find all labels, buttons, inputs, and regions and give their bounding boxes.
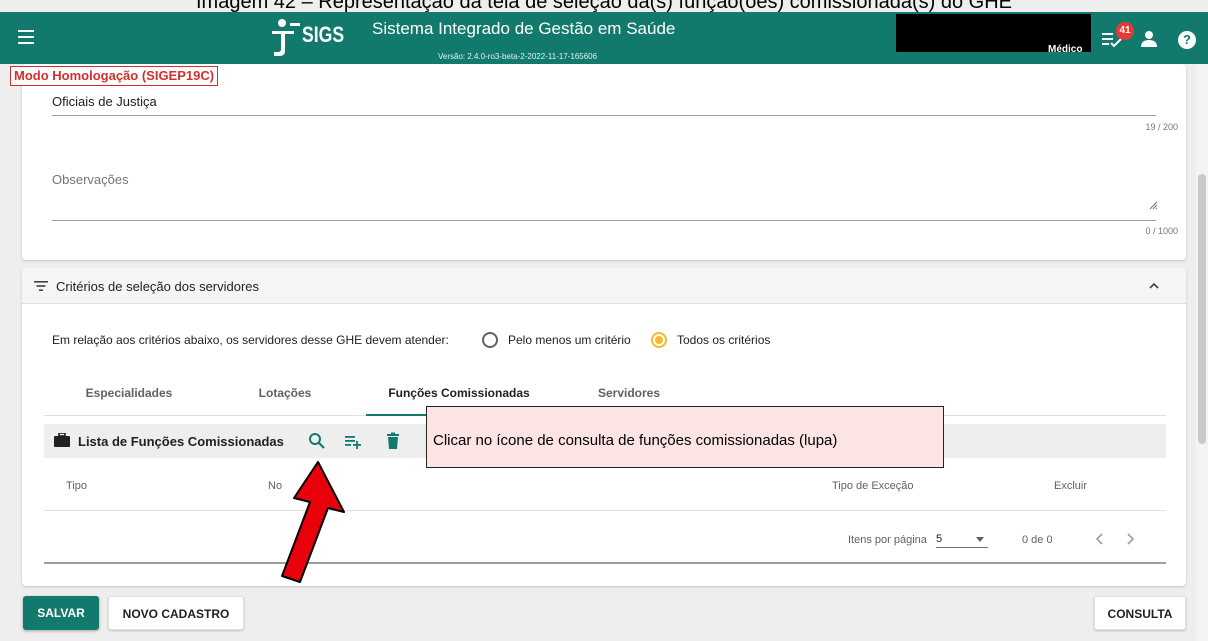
filter-icon bbox=[34, 281, 48, 291]
textarea-resize-icon[interactable] bbox=[1148, 200, 1158, 210]
briefcase-icon bbox=[54, 433, 70, 447]
name-field-value[interactable]: Oficiais de Justiça bbox=[52, 94, 157, 109]
red-arrow-icon bbox=[281, 461, 345, 583]
environment-tag: Modo Homologação (SIGEP19C) bbox=[10, 66, 219, 86]
items-per-page-label: Itens por página bbox=[848, 534, 927, 546]
name-char-counter: 19 / 200 bbox=[1145, 122, 1178, 132]
items-per-page-value: 5 bbox=[936, 533, 943, 545]
save-button[interactable]: SALVAR bbox=[23, 596, 99, 630]
criteria-rule-text: Em relação aos critérios abaixo, os serv… bbox=[52, 333, 449, 347]
add-to-list-icon[interactable] bbox=[344, 432, 362, 450]
observations-label: Observações bbox=[52, 172, 129, 187]
app-header: SIGS Sistema Integrado de Gestão em Saúd… bbox=[0, 12, 1208, 64]
scrollbar[interactable] bbox=[1196, 64, 1208, 641]
delete-icon[interactable] bbox=[384, 432, 402, 450]
screen: Imagem 42 – Representação da tela de sel… bbox=[0, 0, 1208, 641]
radio-at-least-one[interactable] bbox=[482, 332, 498, 348]
tab-especialidades[interactable]: Especialidades bbox=[74, 376, 184, 416]
scrollbar-thumb[interactable] bbox=[1198, 174, 1206, 444]
logo-text: SIGS bbox=[302, 22, 345, 47]
table-footer-divider bbox=[44, 562, 1166, 564]
notification-badge: 41 bbox=[1116, 22, 1134, 40]
caret-down-icon bbox=[976, 537, 984, 542]
search-icon[interactable] bbox=[308, 432, 326, 450]
radio-all-criteria[interactable] bbox=[651, 332, 667, 348]
user-account-icon[interactable] bbox=[1140, 30, 1158, 48]
tab-lotacoes[interactable]: Lotações bbox=[240, 376, 330, 416]
instruction-callout: Clicar no ícone de consulta de funções c… bbox=[426, 406, 944, 468]
items-per-page-select[interactable]: 5 bbox=[936, 530, 988, 548]
observations-char-counter: 0 / 1000 bbox=[1145, 226, 1178, 236]
ghe-form-card: Oficiais de Justiça 19 / 200 Observações… bbox=[22, 64, 1186, 260]
list-title: Lista de Funções Comissionadas bbox=[78, 434, 284, 449]
hamburger-menu-icon[interactable] bbox=[18, 26, 40, 50]
name-field-underline bbox=[52, 115, 1156, 116]
user-role: Médico bbox=[1048, 44, 1083, 55]
criteria-section-title: Critérios de seleção dos servidores bbox=[56, 279, 260, 294]
observations-field-underline[interactable] bbox=[52, 220, 1156, 221]
radio-all-criteria-label[interactable]: Todos os critérios bbox=[677, 333, 770, 347]
app-title: Sistema Integrado de Gestão em Saúde bbox=[372, 19, 676, 38]
new-record-button[interactable]: NOVO CADASTRO bbox=[108, 596, 244, 630]
chevron-up-icon[interactable] bbox=[1148, 281, 1160, 291]
table-header-divider bbox=[44, 510, 1166, 511]
help-icon[interactable]: ? bbox=[1178, 31, 1196, 49]
radio-at-least-one-label[interactable]: Pelo menos um critério bbox=[508, 333, 631, 347]
next-page-icon[interactable] bbox=[1122, 530, 1138, 548]
previous-page-icon[interactable] bbox=[1092, 530, 1108, 548]
consulta-button[interactable]: CONSULTA bbox=[1094, 596, 1186, 630]
paginator-range: 0 de 0 bbox=[1022, 534, 1053, 546]
column-header-excluir[interactable]: Excluir bbox=[1054, 480, 1087, 492]
app-version: Versão: 2.4.0-ro3-beta-2-2022-11-17-1656… bbox=[438, 52, 598, 61]
column-header-tipo-excecao[interactable]: Tipo de Exceção bbox=[832, 480, 914, 492]
column-header-tipo[interactable]: Tipo bbox=[66, 480, 87, 492]
criteria-panel-header[interactable]: Critérios de seleção dos servidores bbox=[22, 268, 1186, 304]
